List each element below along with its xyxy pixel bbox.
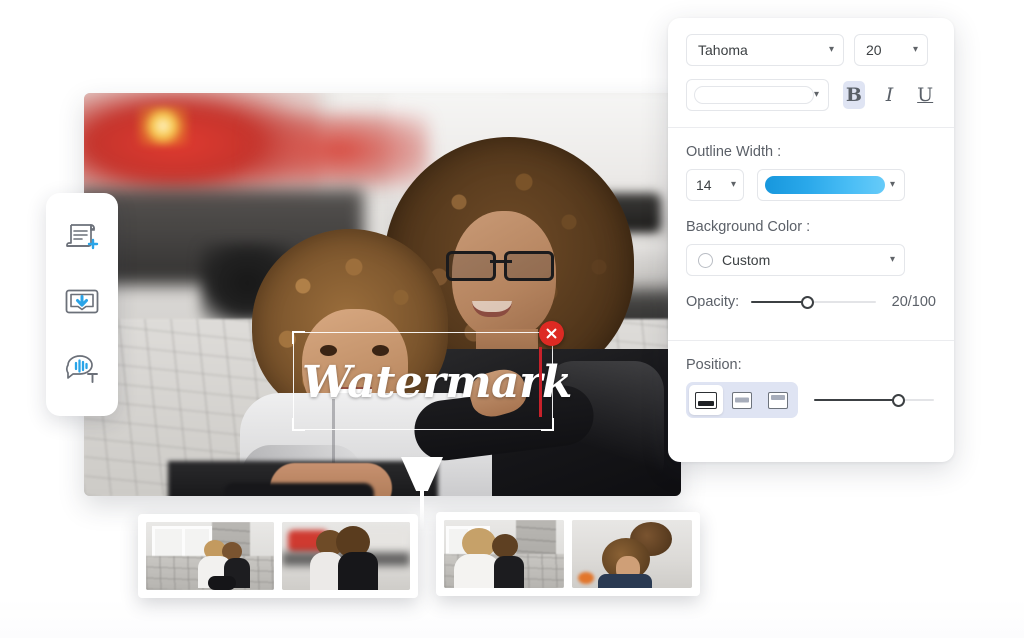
chevron-down-icon: ▾ — [814, 89, 820, 100]
export-screen-button[interactable] — [55, 278, 109, 332]
italic-button[interactable]: I — [879, 81, 901, 109]
outline-section: Outline Width : 14 ▾ ▾ — [668, 128, 954, 201]
outline-width-label: Outline Width : — [686, 144, 782, 160]
opacity-slider[interactable] — [751, 294, 877, 310]
thumbnail-4[interactable] — [572, 520, 692, 588]
speech-to-text-button[interactable] — [55, 343, 109, 397]
add-document-icon — [63, 218, 101, 261]
font-family-value: Tahoma — [698, 42, 748, 58]
photo-artwork — [84, 93, 681, 496]
background-color-select[interactable]: Custom ▾ — [686, 244, 905, 276]
export-screen-icon — [63, 283, 101, 326]
main-photo-canvas[interactable] — [84, 93, 681, 496]
resize-handle-bottom-right[interactable] — [541, 418, 554, 431]
chevron-down-icon: ▾ — [889, 254, 895, 265]
font-size-value: 20 — [866, 42, 882, 58]
chevron-down-icon: ▾ — [828, 44, 834, 55]
outline-color-swatch — [765, 176, 885, 194]
font-size-select[interactable]: 20 ▾ — [854, 34, 928, 66]
opacity-section: Opacity: 20/100 — [668, 276, 954, 324]
italic-label: I — [885, 84, 894, 106]
watermark-text[interactable]: Watermark — [302, 339, 572, 425]
outline-color-select[interactable]: ▾ — [757, 169, 905, 201]
opacity-value: 20/100 — [891, 294, 936, 310]
text-style-row: ▾ B I U — [686, 79, 936, 111]
thumbnail-3[interactable] — [444, 520, 564, 588]
thumbnail-strip-right[interactable] — [436, 512, 700, 596]
font-row: Tahoma ▾ 20 ▾ — [686, 34, 936, 66]
page-background-shade — [0, 598, 1024, 638]
thumbnail-1[interactable] — [146, 522, 274, 590]
underline-button[interactable]: U — [914, 81, 936, 109]
align-bottom-icon — [695, 391, 717, 409]
background-color-value: Custom — [722, 252, 771, 268]
position-top-button[interactable] — [761, 385, 795, 415]
position-label: Position: — [686, 357, 742, 373]
align-top-icon — [768, 391, 788, 409]
background-section: Background Color : Custom ▾ — [668, 201, 954, 276]
app-canvas: Watermark Tahoma ▾ 20 ▾ ▾ B I U Outline … — [0, 0, 1024, 638]
chevron-down-icon: ▾ — [730, 179, 736, 190]
opacity-label: Opacity: — [686, 294, 740, 310]
font-section: Tahoma ▾ 20 ▾ ▾ B I U — [668, 18, 954, 111]
left-tool-sidebar — [46, 193, 118, 416]
add-document-button[interactable] — [55, 213, 109, 267]
thumbnail-strip-left[interactable] — [138, 514, 418, 598]
text-color-swatch — [694, 86, 814, 104]
watermark-settings-panel: Tahoma ▾ 20 ▾ ▾ B I U Outline Width: 14… — [668, 18, 954, 462]
position-slider-knob[interactable] — [892, 393, 905, 407]
position-section: Position: — [668, 341, 954, 418]
position-slider[interactable] — [814, 392, 934, 408]
text-color-select[interactable]: ▾ — [686, 79, 830, 111]
text-caret — [539, 347, 542, 417]
chevron-down-icon: ▾ — [912, 44, 918, 55]
font-family-select[interactable]: Tahoma ▾ — [686, 34, 844, 66]
bold-button[interactable]: B — [843, 81, 865, 109]
radio-icon[interactable] — [698, 252, 713, 268]
bold-label: B — [845, 84, 862, 106]
speech-to-text-icon — [62, 348, 102, 391]
opacity-row: Opacity: 20/100 — [686, 294, 936, 310]
align-middle-icon — [732, 391, 752, 409]
close-icon[interactable] — [539, 321, 564, 346]
outline-width-select[interactable]: 14 ▾ — [686, 169, 744, 201]
position-bottom-button[interactable] — [689, 385, 723, 415]
opacity-slider-knob[interactable] — [801, 295, 815, 309]
outline-row: 14 ▾ ▾ — [686, 169, 936, 201]
underline-label: U — [917, 84, 934, 106]
position-button-group — [686, 382, 798, 418]
chevron-down-icon: ▾ — [889, 179, 895, 190]
outline-width-value: 14 — [696, 177, 712, 193]
position-row — [686, 382, 936, 418]
background-color-label: Background Color : — [686, 219, 811, 235]
position-middle-button[interactable] — [725, 385, 759, 415]
watermark-selection-box[interactable]: Watermark — [292, 321, 572, 431]
thumbnail-2[interactable] — [282, 522, 410, 590]
